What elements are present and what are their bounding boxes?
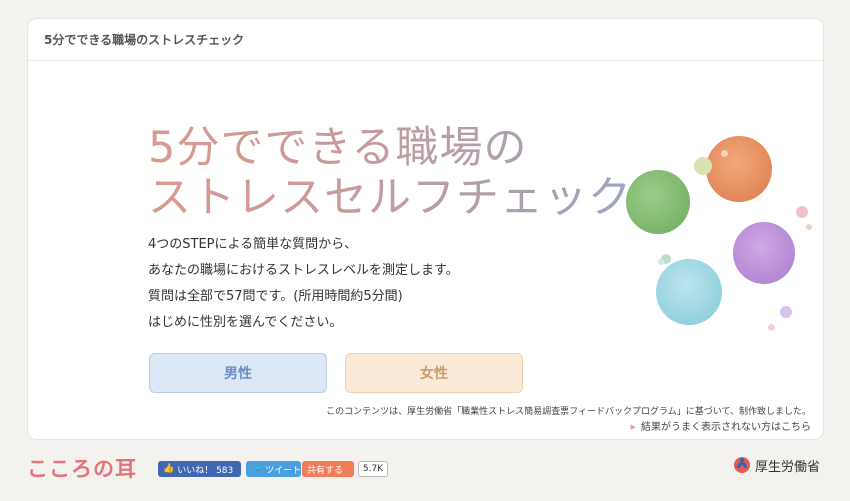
male-button[interactable]: 男性: [149, 353, 327, 393]
twitter-bird-icon: 🐦: [251, 464, 263, 474]
source-note: このコンテンツは、厚生労働省「職業性ストレス簡易調査票フィードバックプログラム」…: [326, 407, 811, 417]
hero-title-line2: ストレスセルフチェック: [148, 173, 632, 223]
small-dot: [806, 224, 812, 230]
tweet-button[interactable]: 🐦 ツイート: [246, 461, 301, 477]
ministry-emblem-icon: [734, 457, 750, 473]
small-dot: [721, 150, 728, 157]
ministry-logo[interactable]: 厚生労働省: [733, 454, 820, 476]
tweet-label: ツイート: [265, 465, 302, 476]
facebook-like-button[interactable]: 👍 いいね！ 583: [158, 461, 241, 477]
share-count-badge: 5.7K: [358, 461, 388, 477]
small-dot: [658, 259, 664, 265]
orange-circle: [706, 136, 772, 202]
display-help-link[interactable]: 結果がうまく表示されない方はこちら: [631, 418, 811, 433]
small-dot: [768, 324, 775, 331]
small-dot: [780, 306, 792, 318]
main-card: 5分でできる職場のストレスチェック 5分でできる職場の ストレスセルフチェック …: [27, 18, 824, 440]
kokoro-no-mimi-logo[interactable]: こころの耳: [27, 453, 137, 483]
thumbs-up-icon: 👍: [163, 464, 175, 474]
desc-line: あなたの職場におけるストレスレベルを測定します。: [148, 263, 459, 278]
desc-line: 4つのSTEPによる簡単な質問から、: [148, 237, 358, 252]
header-title: 5分でできる職場のストレスチェック: [44, 33, 245, 47]
green-circle: [626, 170, 690, 234]
small-dot: [796, 206, 808, 218]
hero-description: 4つのSTEPによる簡単な質問から、 あなたの職場におけるストレスレベルを測定し…: [148, 232, 608, 336]
decorative-watercolor-circles: [618, 124, 818, 331]
facebook-like-label: いいね！ 583: [177, 465, 234, 476]
ministry-name: 厚生労働省: [755, 459, 821, 475]
desc-line: 質問は全部で57問です。(所用時間約5分間): [148, 289, 403, 304]
share-button[interactable]: 共有する: [302, 461, 354, 477]
desc-line: はじめに性別を選んでください。: [148, 315, 343, 330]
share-label: 共有する: [307, 465, 344, 476]
card-header: 5分でできる職場のストレスチェック: [28, 19, 823, 61]
hero-title: 5分でできる職場の ストレスセルフチェック: [148, 123, 648, 223]
female-button[interactable]: 女性: [345, 353, 523, 393]
hero-title-line1: 5分でできる職場の: [148, 123, 528, 173]
small-dot: [694, 157, 712, 175]
blue-circle: [656, 259, 722, 325]
purple-circle: [733, 222, 795, 284]
